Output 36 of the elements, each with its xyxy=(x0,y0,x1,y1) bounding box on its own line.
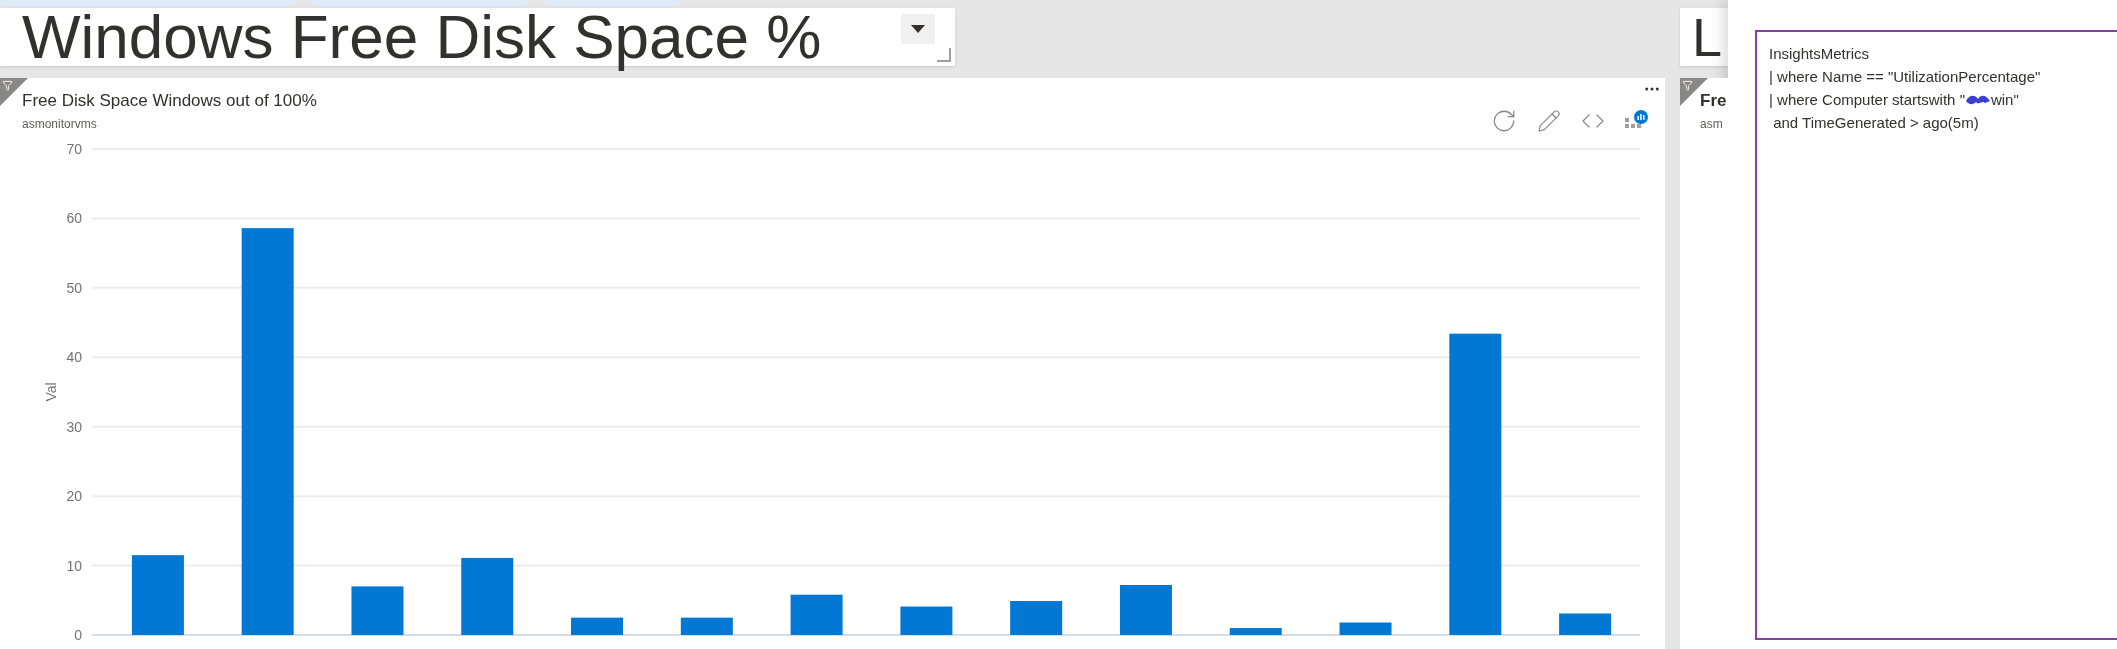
query-line: | where Name == "UtilizationPercentage" xyxy=(1769,67,2042,87)
caret-icon xyxy=(911,25,925,33)
bar[interactable] xyxy=(461,557,514,635)
y-tick-label: 40 xyxy=(66,349,82,366)
bar[interactable] xyxy=(900,606,953,635)
y-tick-label: 0 xyxy=(74,627,82,643)
bar[interactable] xyxy=(680,617,733,635)
y-tick-label: 60 xyxy=(66,210,82,227)
query-line: InsightsMetrics xyxy=(1769,44,1871,64)
refresh-icon[interactable] xyxy=(1491,108,1517,134)
query-line: win" xyxy=(1990,90,2019,110)
bar[interactable] xyxy=(1229,628,1282,635)
y-tick-label: 30 xyxy=(66,418,82,435)
query-line: | where Computer startswith " xyxy=(1769,90,1965,110)
bar[interactable] xyxy=(1559,613,1612,635)
bar[interactable] xyxy=(1339,622,1392,635)
bar[interactable] xyxy=(241,228,294,635)
y-tick-label: 20 xyxy=(66,488,82,505)
y-tick-label: 10 xyxy=(66,557,82,574)
bar[interactable] xyxy=(790,594,843,635)
y-axis-label: Val xyxy=(43,382,59,402)
chart-subtitle: asmonitorvms xyxy=(22,116,97,134)
dropdown-caret-button[interactable] xyxy=(901,14,935,44)
bar[interactable] xyxy=(351,586,404,635)
tile-title: L xyxy=(1692,10,1723,64)
y-tick-label: 50 xyxy=(66,279,82,296)
query-line: and TimeGenerated > ago(5m) xyxy=(1772,113,1980,133)
resize-handle-icon xyxy=(937,48,951,62)
bar[interactable] xyxy=(1449,333,1502,635)
chart-subtitle: asm xyxy=(1700,116,1724,134)
y-tick-label: 70 xyxy=(66,141,82,157)
bar[interactable] xyxy=(571,617,624,635)
pencil-icon[interactable] xyxy=(1537,109,1561,133)
chart-title: Free Disk Space Windows out of 100% xyxy=(22,90,317,112)
query-editor[interactable]: InsightsMetrics | where Name == "UtilizationPercentage" | where Computer startswith " win" and TimeGenerated > ago(5m) xyxy=(1755,30,2117,640)
chart-title: Fre xyxy=(1700,90,1728,112)
